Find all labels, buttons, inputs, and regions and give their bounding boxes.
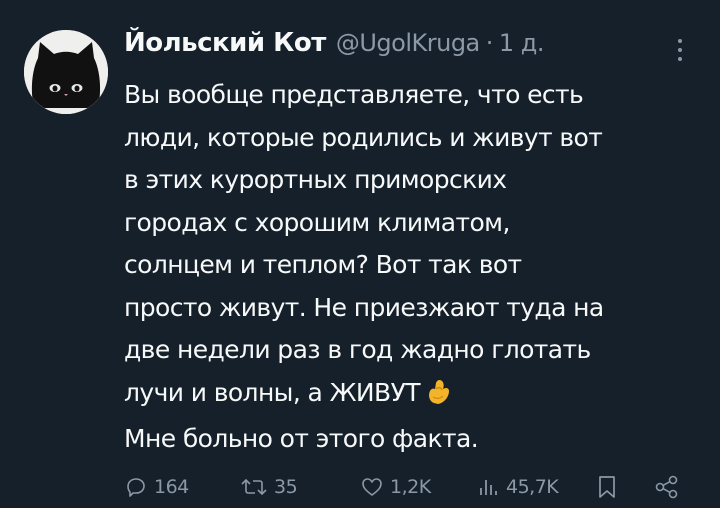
tweet[interactable]: Йольский Кот @UgolKruga · 1 д. Вы вообще… <box>0 0 720 508</box>
tweet-text-line: Вы вообще представляете, что есть <box>124 80 584 109</box>
black-cat-avatar-icon <box>24 30 108 114</box>
tweet-actions: 164 35 1,2K 45,7K <box>120 470 700 504</box>
user-handle[interactable]: @UgolKruga <box>336 29 480 57</box>
bookmark-button[interactable] <box>596 470 624 504</box>
share-icon <box>655 475 678 499</box>
tweet-text-line: просто живут. Не приезжают туда на <box>124 292 604 322</box>
like-icon <box>362 478 382 496</box>
view-count: 45,7K <box>506 476 559 498</box>
tweet-text-line: Мне больно от этого факта. <box>124 424 479 453</box>
more-icon[interactable] <box>668 34 692 66</box>
tweet-text-line: городах с хорошим климатом, <box>124 207 510 237</box>
like-button[interactable]: 1,2K <box>360 470 431 504</box>
display-name[interactable]: Йольский Кот <box>124 28 326 58</box>
reply-count: 164 <box>154 476 189 498</box>
tweet-text-line: солнцем и теплом? Вот так вот <box>124 250 522 279</box>
retweet-button[interactable]: 35 <box>240 470 298 504</box>
reply-icon <box>127 478 145 497</box>
tweet-text-line: две недели раз в год жадно глотать <box>124 335 591 364</box>
tweet-text-line-with-emoji: лучи и волны, а ЖИВУТ <box>124 372 684 419</box>
separator-dot: · <box>485 29 494 57</box>
bookmark-icon <box>599 476 615 498</box>
avatar[interactable] <box>24 30 108 114</box>
tweet-text-line: в этих курортных приморских <box>124 165 507 194</box>
like-count: 1,2K <box>390 476 431 498</box>
tweet-text-line: лучи и волны, а ЖИВУТ <box>124 377 420 407</box>
share-button[interactable] <box>654 470 686 504</box>
tweet-header: Йольский Кот @UgolKruga · 1 д. <box>124 28 545 68</box>
tweet-text: Вы вообще представляете, что есть люди, … <box>124 74 684 461</box>
tweet-text-line: люди, которые родились и живут вот <box>124 122 603 152</box>
retweet-count: 35 <box>274 476 298 498</box>
timestamp[interactable]: 1 д. <box>499 29 545 57</box>
reply-button[interactable]: 164 <box>124 470 189 504</box>
views-button[interactable]: 45,7K <box>478 470 559 504</box>
retweet-icon <box>241 478 267 496</box>
views-icon <box>480 480 497 495</box>
pinching-hand-icon <box>426 376 452 419</box>
